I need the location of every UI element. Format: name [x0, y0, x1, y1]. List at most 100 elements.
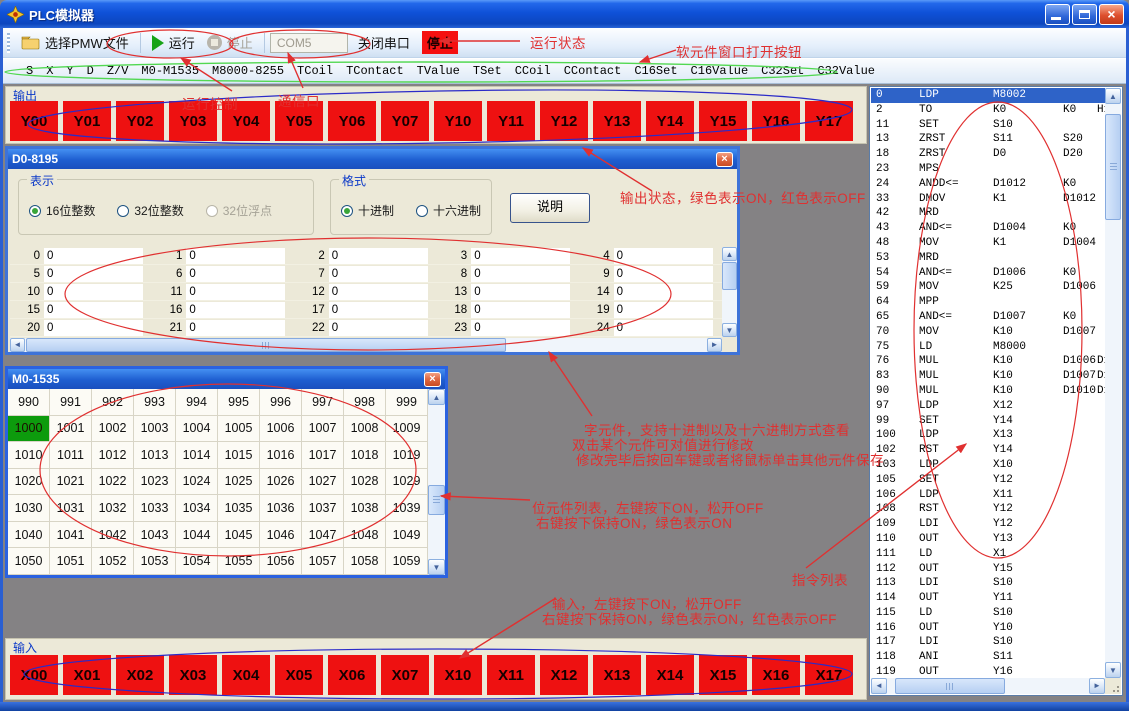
d-cell-value[interactable]: 0: [614, 266, 713, 282]
d-cell-value[interactable]: 0: [614, 284, 713, 300]
input-lamp-X06[interactable]: X06: [328, 655, 376, 695]
output-lamp-Y10[interactable]: Y10: [434, 101, 482, 141]
m-cell-1046[interactable]: 1046: [260, 522, 302, 549]
instruction-row[interactable]: 119OUTY16: [871, 665, 1105, 678]
m-cell-1013[interactable]: 1013: [134, 442, 176, 469]
d-cell-20[interactable]: 200: [10, 319, 152, 337]
m-cell-993[interactable]: 993: [134, 389, 176, 416]
open-pmw-file-button[interactable]: 选择PMW文件: [15, 30, 135, 55]
m-cell-1053[interactable]: 1053: [134, 548, 176, 575]
instruction-row[interactable]: 2TOK0K0H1: [871, 103, 1105, 118]
d-cell-0[interactable]: 00: [10, 247, 152, 265]
m-cell-1009[interactable]: 1009: [386, 416, 428, 443]
instruction-row[interactable]: 43AND<=D1004K0: [871, 221, 1105, 236]
m-cell-1051[interactable]: 1051: [50, 548, 92, 575]
instruction-row[interactable]: 109LDIY12: [871, 517, 1105, 532]
device-button-CContact[interactable]: CContact: [564, 64, 622, 78]
radio-hexadecimal[interactable]: 十六进制: [416, 202, 481, 219]
input-lamp-X03[interactable]: X03: [169, 655, 217, 695]
input-lamp-X00[interactable]: X00: [10, 655, 58, 695]
m-cell-1008[interactable]: 1008: [344, 416, 386, 443]
d-cell-9[interactable]: 90: [580, 265, 722, 283]
device-button-Y[interactable]: Y: [66, 64, 73, 78]
d-grid-vscrollbar[interactable]: ▲ ▼: [722, 247, 737, 337]
close-button[interactable]: ×: [1099, 4, 1124, 25]
d-cell-value[interactable]: 0: [186, 248, 285, 264]
m-cell-990[interactable]: 990: [8, 389, 50, 416]
m-cell-1025[interactable]: 1025: [218, 469, 260, 496]
m-cell-997[interactable]: 997: [302, 389, 344, 416]
d-cell-19[interactable]: 190: [580, 301, 722, 319]
d-cell-value[interactable]: 0: [471, 284, 570, 300]
m-cell-1006[interactable]: 1006: [260, 416, 302, 443]
instruction-row[interactable]: 118ANIS11: [871, 650, 1105, 665]
instruction-row[interactable]: 100LDPX13: [871, 428, 1105, 443]
m-cell-1020[interactable]: 1020: [8, 469, 50, 496]
input-lamp-X04[interactable]: X04: [222, 655, 270, 695]
m-cell-1037[interactable]: 1037: [302, 495, 344, 522]
instruction-vscrollbar[interactable]: ▲ ▼: [1105, 88, 1121, 678]
device-button-Z/V[interactable]: Z/V: [107, 64, 129, 78]
stop-button[interactable]: 停止: [201, 30, 259, 55]
m-cell-1052[interactable]: 1052: [92, 548, 134, 575]
output-lamp-Y02[interactable]: Y02: [116, 101, 164, 141]
scroll-right-icon[interactable]: ►: [707, 338, 722, 352]
scrollbar-thumb[interactable]: [428, 485, 445, 515]
input-lamp-X12[interactable]: X12: [540, 655, 588, 695]
m-cell-1038[interactable]: 1038: [344, 495, 386, 522]
minimize-button[interactable]: [1045, 4, 1070, 25]
close-serial-button[interactable]: 关闭串口: [352, 30, 416, 55]
instruction-row[interactable]: 42MRD: [871, 206, 1105, 221]
device-button-TCoil[interactable]: TCoil: [297, 64, 333, 78]
instruction-row[interactable]: 33DMOVK1D1012: [871, 192, 1105, 207]
input-lamp-X05[interactable]: X05: [275, 655, 323, 695]
d-cell-value[interactable]: 0: [471, 302, 570, 318]
m-cell-1021[interactable]: 1021: [50, 469, 92, 496]
instruction-row[interactable]: 59MOVK25D1006: [871, 280, 1105, 295]
instruction-row[interactable]: 117LDIS10: [871, 635, 1105, 650]
d-cell-value[interactable]: 0: [471, 248, 570, 264]
input-lamp-X14[interactable]: X14: [646, 655, 694, 695]
device-button-TValue[interactable]: TValue: [417, 64, 460, 78]
instruction-row[interactable]: 97LDPX12: [871, 399, 1105, 414]
m-cell-1040[interactable]: 1040: [8, 522, 50, 549]
m-cell-1054[interactable]: 1054: [176, 548, 218, 575]
m-cell-1044[interactable]: 1044: [176, 522, 218, 549]
m-window-titlebar[interactable]: M0-1535 ×: [8, 369, 445, 389]
m-cell-1055[interactable]: 1055: [218, 548, 260, 575]
d-cell-24[interactable]: 240: [580, 319, 722, 337]
output-lamp-Y14[interactable]: Y14: [646, 101, 694, 141]
m-cell-1029[interactable]: 1029: [386, 469, 428, 496]
scrollbar-thumb[interactable]: [722, 262, 737, 290]
d-cell-value[interactable]: 0: [186, 320, 285, 336]
instruction-row[interactable]: 110OUTY13: [871, 532, 1105, 547]
d-cell-value[interactable]: 0: [186, 284, 285, 300]
input-lamp-X15[interactable]: X15: [699, 655, 747, 695]
d-cell-3[interactable]: 30: [437, 247, 579, 265]
output-lamp-Y07[interactable]: Y07: [381, 101, 429, 141]
m-cell-1024[interactable]: 1024: [176, 469, 218, 496]
instruction-row[interactable]: 105SETY12: [871, 473, 1105, 488]
m-cell-998[interactable]: 998: [344, 389, 386, 416]
instruction-row[interactable]: 106LDPX11: [871, 488, 1105, 503]
m-cell-1034[interactable]: 1034: [176, 495, 218, 522]
output-lamp-Y11[interactable]: Y11: [487, 101, 535, 141]
m-cell-1039[interactable]: 1039: [386, 495, 428, 522]
m-cell-1011[interactable]: 1011: [50, 442, 92, 469]
com-port-combobox[interactable]: COM5: [270, 33, 348, 53]
d-grid-hscrollbar[interactable]: ◄ ►: [10, 338, 722, 352]
m-cell-1010[interactable]: 1010: [8, 442, 50, 469]
instruction-list[interactable]: 0LDPM80022TOK0K0H111SETS1013ZRSTS11S2018…: [871, 88, 1105, 678]
scroll-down-icon[interactable]: ▼: [1105, 662, 1121, 678]
d-cell-value[interactable]: 0: [329, 320, 428, 336]
output-lamp-Y17[interactable]: Y17: [805, 101, 853, 141]
m-cell-1036[interactable]: 1036: [260, 495, 302, 522]
instruction-row[interactable]: 18ZRSTD0D20: [871, 147, 1105, 162]
m-cell-996[interactable]: 996: [260, 389, 302, 416]
scrollbar-thumb[interactable]: [1105, 114, 1121, 220]
scroll-up-icon[interactable]: ▲: [722, 247, 737, 261]
input-lamp-X17[interactable]: X17: [805, 655, 853, 695]
d-cell-value[interactable]: 0: [614, 320, 713, 336]
instruction-row[interactable]: 108RSTY12: [871, 502, 1105, 517]
device-button-M8000-8255[interactable]: M8000-8255: [212, 64, 284, 78]
